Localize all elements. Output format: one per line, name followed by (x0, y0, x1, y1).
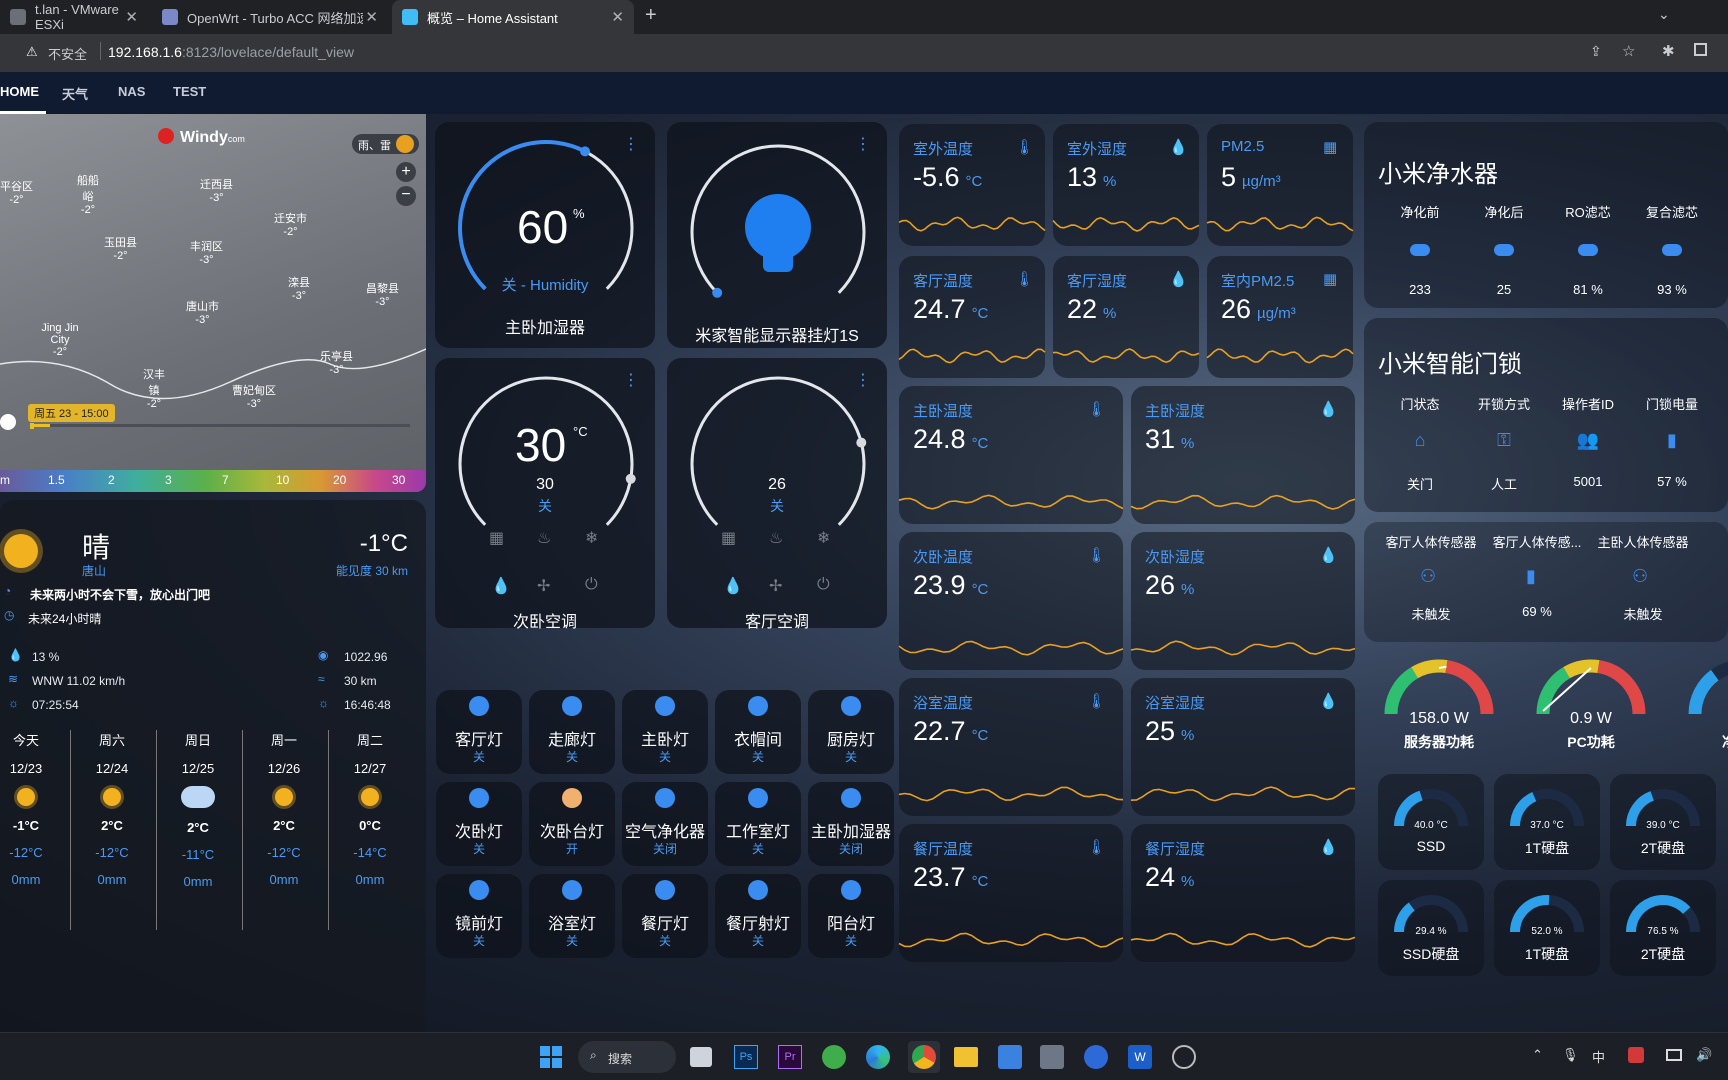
disk-value: 40.0 °C (1414, 820, 1448, 831)
dashboard-background: Windycom 雨、雷 + − 迁西县 -3° 迁安市 -2° 玉田县 -2° 丰润… (0, 114, 1728, 1032)
openwrt-favicon-icon (162, 9, 178, 25)
tab-weather[interactable]: 天气 (62, 84, 88, 103)
disk-name: SSD硬盘 (1402, 946, 1460, 962)
search-label: 搜索 (608, 1052, 633, 1066)
tab-test[interactable]: TEST (173, 84, 206, 99)
disk-gauge-card[interactable]: 29.4 % SSD硬盘 (1378, 880, 1484, 976)
disk-value: 29.4 % (1415, 926, 1447, 937)
microphone-icon[interactable]: 🎙 (1562, 1047, 1579, 1063)
disk-value: 52.0 % (1531, 926, 1563, 937)
power-name: 净化器 (1683, 732, 1728, 752)
browser-tab-esxi[interactable]: t.lan - VMware ESXi ✕ (0, 0, 148, 34)
address-bar: ⚠ 不安全 192.168.1.6:8123/lovelace/default_… (0, 34, 1728, 72)
word-icon[interactable]: W (1128, 1045, 1152, 1069)
disk-gauge-card[interactable]: 76.5 % 2T硬盘 (1610, 880, 1716, 976)
extensions-icon[interactable]: ✱ (1662, 42, 1675, 60)
app-icon[interactable] (1084, 1045, 1108, 1069)
ha-view-tabs: HOME 天气 NAS TEST (0, 72, 1728, 114)
close-tab-icon[interactable]: ✕ (365, 8, 378, 26)
tab-nas[interactable]: NAS (118, 84, 145, 99)
network-icon[interactable] (1666, 1049, 1682, 1061)
disk-name: 2T硬盘 (1640, 840, 1686, 856)
windows-taskbar: ⌕ 搜索 Ps Pr W ⌃ 🎙 中 🔊 (0, 1032, 1728, 1080)
close-tab-icon[interactable]: ✕ (125, 8, 138, 26)
task-view-icon[interactable] (690, 1047, 712, 1067)
browser-tab-strip: t.lan - VMware ESXi ✕ OpenWrt - Turbo ACC… (0, 0, 1728, 34)
disk-gauge-card[interactable]: 40.0 °C SSD (1378, 774, 1484, 870)
side-panel-icon[interactable] (1694, 43, 1707, 56)
taskbar-search[interactable]: ⌕ 搜索 (578, 1041, 676, 1073)
browser-tab-home-assistant[interactable]: 概览 – Home Assistant ✕ (392, 0, 634, 34)
start-button-icon[interactable] (540, 1046, 562, 1068)
search-icon: ⌕ (590, 1048, 597, 1062)
share-icon[interactable]: ⇪ (1590, 43, 1602, 60)
power-gauge-arc (1688, 661, 1728, 715)
home-assistant-favicon-icon (402, 9, 418, 25)
disk-value: 37.0 °C (1530, 820, 1564, 831)
photos-icon[interactable] (1040, 1045, 1064, 1069)
disk-value: 39.0 °C (1646, 820, 1680, 831)
disk-name: 2T硬盘 (1640, 946, 1686, 962)
disk-gauge-arc (1626, 789, 1700, 827)
edge-icon[interactable] (866, 1045, 890, 1069)
antivirus-icon[interactable] (1628, 1047, 1644, 1063)
file-explorer-icon[interactable] (954, 1047, 978, 1067)
tab-title: 概览 – Home Assistant (427, 10, 558, 26)
disk-gauge-card[interactable]: 39.0 °C 2T硬盘 (1610, 774, 1716, 870)
store-icon[interactable] (998, 1045, 1022, 1069)
tab-search-chevron-icon[interactable]: ⌄ (1658, 6, 1670, 23)
premiere-icon[interactable]: Pr (778, 1045, 802, 1069)
tab-title: t.lan - VMware ESXi (35, 2, 119, 32)
url-field[interactable]: 192.168.1.6:8123/lovelace/default_view (108, 44, 354, 60)
disk-gauge-arc (1394, 895, 1468, 933)
not-secure-warning-icon[interactable]: ⚠ (26, 44, 38, 60)
tab-home[interactable]: HOME (0, 84, 39, 99)
photoshop-icon[interactable]: Ps (734, 1045, 758, 1069)
disk-gauge-arc (1626, 895, 1700, 933)
disk-gauge-arc (1510, 789, 1584, 827)
disk-gauge-card[interactable]: 52.0 % 1T硬盘 (1494, 880, 1600, 976)
close-tab-icon[interactable]: ✕ (611, 8, 624, 26)
disk-name: 1T硬盘 (1524, 946, 1570, 962)
vmware-favicon-icon (10, 9, 26, 25)
bookmark-star-icon[interactable]: ☆ (1622, 42, 1635, 60)
url-host: 192.168.1.6 (108, 44, 182, 60)
disk-gauge-card[interactable]: 37.0 °C 1T硬盘 (1494, 774, 1600, 870)
app-icon[interactable] (1172, 1045, 1196, 1069)
disk-value: 76.5 % (1647, 926, 1679, 937)
security-label[interactable]: 不安全 (48, 44, 87, 63)
disk-name: SSD (1416, 838, 1446, 854)
wechat-icon[interactable] (822, 1045, 846, 1069)
new-tab-button[interactable]: + (645, 4, 657, 27)
chrome-icon[interactable] (912, 1045, 936, 1069)
ime-indicator[interactable]: 中 (1592, 1047, 1605, 1066)
browser-tab-openwrt[interactable]: OpenWrt - Turbo ACC 网络加速 ✕ (152, 0, 388, 34)
disk-name: 1T硬盘 (1524, 840, 1570, 856)
address-divider (100, 42, 101, 60)
volume-icon[interactable]: 🔊 (1696, 1047, 1712, 1063)
tab-title: OpenWrt - Turbo ACC 网络加速 (187, 10, 363, 26)
url-path: :8123/lovelace/default_view (181, 44, 354, 60)
disk-gauge-arc (1394, 789, 1468, 827)
tray-chevron-icon[interactable]: ⌃ (1532, 1047, 1543, 1063)
disk-gauge-arc (1510, 895, 1584, 933)
